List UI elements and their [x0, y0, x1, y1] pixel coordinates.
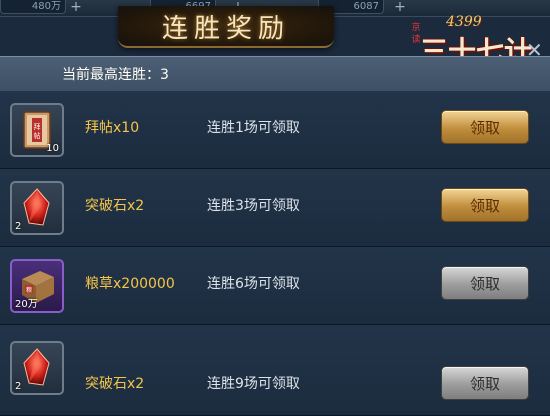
- add-resource-3-icon[interactable]: +: [392, 0, 408, 15]
- svg-text:帖: 帖: [34, 131, 41, 140]
- logo-brand: 4399: [446, 14, 482, 30]
- claim-condition: 连胜9场可领取: [207, 376, 300, 392]
- panel-title: 连胜奖励: [161, 14, 290, 44]
- reward-row: 2 突破石x2 连胜9场可领取 领取: [0, 325, 550, 416]
- add-resource-1-icon[interactable]: +: [68, 0, 84, 15]
- item-name: 粮草x200000: [85, 276, 175, 292]
- streak-status-bar: 当前最高连胜：3: [0, 56, 550, 91]
- item-quantity: 2: [15, 221, 22, 232]
- streak-label: 当前最高连胜：: [62, 67, 160, 83]
- svg-text:粮: 粮: [26, 286, 32, 294]
- item-quantity: 20万: [15, 299, 38, 310]
- item-name: 突破石x2: [85, 198, 145, 214]
- claim-button[interactable]: 领取: [441, 110, 529, 144]
- invitation-item-icon[interactable]: 拜 帖 10: [10, 103, 64, 157]
- svg-text:拜: 拜: [34, 122, 41, 131]
- claim-condition: 连胜3场可领取: [207, 198, 300, 214]
- breakthrough-stone-icon[interactable]: 2: [10, 341, 64, 395]
- item-name: 突破石x2: [85, 376, 145, 392]
- reward-row: 拜 帖 10 拜帖x10 连胜1场可领取 领取: [0, 91, 550, 169]
- reward-row: 粮 20万 粮草x200000 连胜6场可领取 领取: [0, 247, 550, 325]
- item-quantity: 10: [46, 143, 59, 154]
- item-name: 拜帖x10: [85, 120, 140, 136]
- breakthrough-stone-icon[interactable]: 2: [10, 181, 64, 235]
- grain-crate-icon[interactable]: 粮 20万: [10, 259, 64, 313]
- reward-row: 2 突破石x2 连胜3场可领取 领取: [0, 169, 550, 247]
- claim-button[interactable]: 领取: [441, 266, 529, 300]
- claim-button[interactable]: 领取: [441, 366, 529, 400]
- claim-button[interactable]: 领取: [441, 188, 529, 222]
- title-banner: 连胜奖励: [118, 6, 334, 48]
- streak-value: 3: [160, 67, 169, 83]
- claim-condition: 连胜6场可领取: [207, 276, 300, 292]
- claim-condition: 连胜1场可领取: [207, 120, 300, 136]
- item-quantity: 2: [15, 381, 22, 392]
- resource-counter-1: 480万: [0, 0, 66, 14]
- streak-status: 当前最高连胜：3: [62, 64, 169, 84]
